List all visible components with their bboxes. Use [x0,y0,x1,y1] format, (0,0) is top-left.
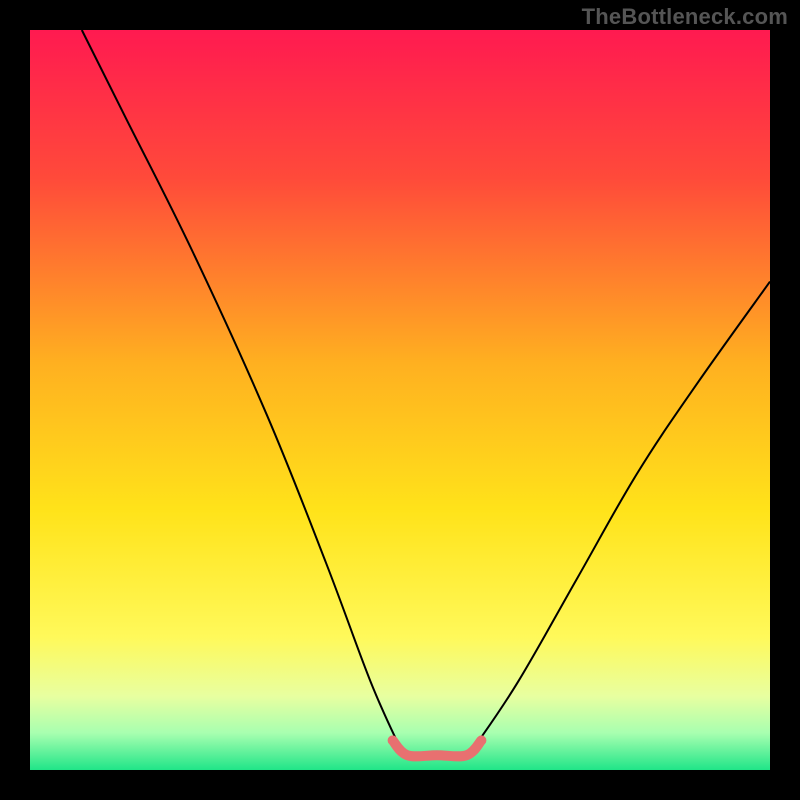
watermark-text: TheBottleneck.com [582,4,788,30]
chart-container: TheBottleneck.com [0,0,800,800]
bottleneck-chart [0,0,800,800]
plot-background [30,30,770,770]
